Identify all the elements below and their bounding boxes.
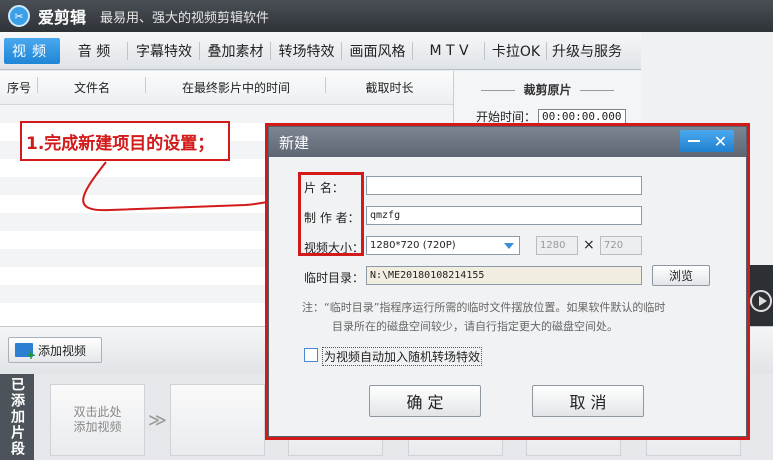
crop-title: 裁剪原片: [454, 81, 641, 98]
tab-transition-effects[interactable]: 转场特效: [271, 38, 342, 64]
add-video-label: 添加视频: [38, 343, 87, 358]
add-clip-slot[interactable]: 双击此处 添加视频: [50, 384, 145, 456]
main-tab-bar: 视频 音 频 字幕特效 叠加素材 转场特效 画面风格 M T V 卡拉OK 升级…: [0, 32, 641, 70]
app-slogan: 最易用、强大的视频剪辑软件: [100, 10, 270, 26]
app-name: 爱剪辑: [38, 8, 87, 27]
col-clip-duration[interactable]: 截取时长: [326, 79, 453, 96]
tab-overlay-materials[interactable]: 叠加素材: [200, 38, 271, 64]
annotation-callout: 1.完成新建项目的设置；: [20, 121, 230, 161]
tab-karaoke[interactable]: 卡拉OK: [485, 38, 547, 64]
double-chevron-icon: ≫: [148, 410, 167, 431]
col-filename[interactable]: 文件名: [38, 77, 146, 96]
clip-list-header: 序号 文件名 在最终影片中的时间 截取时长: [0, 71, 453, 105]
title-bar: ✂ 爱剪辑 最易用、强大的视频剪辑软件: [0, 0, 773, 32]
play-icon[interactable]: [750, 290, 772, 312]
added-clips-label: 已添加片段: [0, 374, 34, 460]
col-time-in-film[interactable]: 在最终影片中的时间: [146, 77, 326, 96]
tab-mtv[interactable]: M T V: [413, 38, 485, 64]
app-logo-icon: ✂: [8, 5, 30, 27]
col-index[interactable]: 序号: [0, 77, 38, 96]
tab-audio[interactable]: 音 频: [60, 38, 128, 64]
tab-picture-style[interactable]: 画面风格: [342, 38, 413, 64]
clip-slot[interactable]: [170, 384, 265, 456]
tab-video[interactable]: 视频: [4, 37, 60, 64]
tab-subtitle-effects[interactable]: 字幕特效: [128, 38, 200, 64]
fields-highlight-outline: [298, 172, 364, 256]
add-film-icon: [15, 343, 36, 362]
add-video-button[interactable]: 添加视频: [8, 337, 102, 363]
tab-upgrade-service[interactable]: 升级与服务: [547, 38, 627, 64]
crop-panel: 裁剪原片 开始时间： 00:00:00.000: [453, 71, 641, 131]
dialog-highlight-outline: [265, 123, 750, 440]
